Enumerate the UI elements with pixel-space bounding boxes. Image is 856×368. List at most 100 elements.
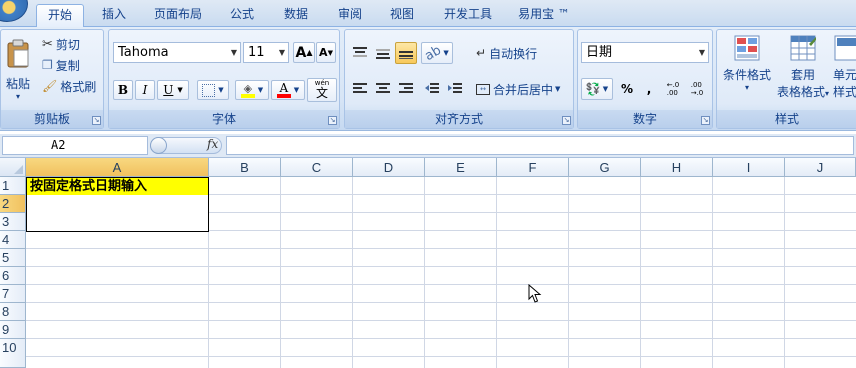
orientation-button[interactable]: ab ▼ — [421, 42, 453, 64]
chevron-down-icon: ▾ — [744, 83, 749, 92]
row-header-8[interactable]: 8 — [0, 303, 26, 321]
chevron-down-icon: ▼ — [443, 49, 449, 57]
decrease-decimal-button[interactable]: .00 →.0 — [686, 78, 708, 100]
tab-page-layout[interactable]: 页面布局 — [146, 4, 210, 27]
chevron-down-icon: ▼ — [293, 86, 300, 94]
align-top-button[interactable] — [349, 42, 371, 64]
row-header-4[interactable]: 4 — [0, 231, 26, 249]
align-bottom-button[interactable] — [395, 42, 417, 64]
tab-developer[interactable]: 开发工具 — [436, 4, 500, 27]
cell-styles-button[interactable]: 单元 样式 — [833, 34, 856, 108]
wrap-text-button[interactable]: ↵ 自动换行 — [475, 42, 571, 64]
tab-formulas[interactable]: 公式 — [222, 4, 262, 27]
font-color-button[interactable]: A ▼ — [271, 80, 305, 100]
row-header-1[interactable]: 1 — [0, 177, 26, 195]
cell-a3[interactable] — [26, 213, 209, 232]
column-header-j[interactable]: J — [785, 158, 856, 177]
cell-a2[interactable] — [26, 195, 209, 214]
format-as-table-button[interactable]: 套用 表格格式▾ — [775, 34, 831, 108]
column-header-g[interactable]: G — [569, 158, 641, 177]
select-all-button[interactable] — [0, 158, 26, 177]
copy-button[interactable]: ❐ 复制 — [41, 55, 101, 75]
format-painter-button[interactable]: 🖌 格式刷 — [41, 76, 103, 96]
name-box[interactable]: A2 — [2, 136, 148, 155]
copy-label: 复制 — [55, 58, 80, 73]
row-header-7[interactable]: 7 — [0, 285, 26, 303]
row-header-10[interactable]: 10 — [0, 339, 26, 368]
paste-button[interactable]: 粘贴 ▾ — [1, 32, 35, 108]
align-middle-button[interactable] — [372, 42, 394, 64]
tab-insert[interactable]: 插入 — [94, 4, 134, 27]
scissors-icon: ✂ — [42, 36, 53, 52]
dialog-launcher-icon[interactable]: ↘ — [562, 116, 571, 125]
column-header-h[interactable]: H — [641, 158, 713, 177]
chevron-down-icon[interactable]: ▼ — [276, 43, 288, 62]
row-header-2[interactable]: 2 — [0, 195, 26, 213]
tab-home[interactable]: 开始 — [36, 4, 84, 28]
column-header-c[interactable]: C — [281, 158, 353, 177]
accounting-format-button[interactable]: 💱 ▼ — [581, 78, 613, 100]
dialog-launcher-icon[interactable]: ↘ — [92, 116, 101, 125]
increase-decimal-button[interactable]: ←.0 .00 — [662, 78, 684, 100]
column-header-d[interactable]: D — [353, 158, 425, 177]
gridline — [280, 177, 281, 368]
gridline — [26, 266, 856, 267]
column-header-e[interactable]: E — [425, 158, 497, 177]
row-header-9[interactable]: 9 — [0, 321, 26, 339]
column-header-i[interactable]: I — [713, 158, 785, 177]
formula-input[interactable] — [226, 136, 854, 155]
phonetic-button[interactable]: wén 文 — [307, 78, 337, 102]
conditional-format-button[interactable]: 条件格式 ▾ — [719, 34, 775, 108]
cell-styles-icon — [834, 35, 856, 61]
decrease-indent-button[interactable] — [421, 78, 443, 100]
grow-font-button[interactable]: A ▲ — [293, 42, 315, 63]
paste-icon — [7, 39, 29, 68]
number-format-combo[interactable]: 日期 ▼ — [581, 42, 709, 63]
fill-color-button[interactable]: ◈ ▼ — [235, 80, 269, 100]
gridline — [26, 284, 856, 285]
cut-button[interactable]: ✂ 剪切 — [41, 34, 101, 54]
increase-indent-icon — [448, 83, 462, 93]
row-header-5[interactable]: 5 — [0, 249, 26, 267]
shrink-font-button[interactable]: A ▼ — [316, 42, 336, 63]
font-name-combo[interactable]: Tahoma ▼ — [113, 42, 241, 63]
align-bottom-icon — [399, 51, 413, 59]
cell-a1[interactable]: 按固定格式日期输入 — [26, 177, 209, 196]
dialog-launcher-icon[interactable]: ↘ — [701, 116, 710, 125]
bold-button[interactable]: B — [113, 80, 133, 100]
font-size-combo[interactable]: 11 ▼ — [243, 42, 289, 63]
office-button[interactable] — [0, 0, 28, 22]
row-header-3[interactable]: 3 — [0, 213, 26, 231]
number-group: 日期 ▼ 💱 ▼ % , ←.0 .00 .00 →.0 数字 ↘ — [577, 29, 713, 129]
chevron-down-icon: ▼ — [602, 85, 609, 93]
align-top-icon — [353, 47, 367, 57]
column-header-a[interactable]: A — [26, 158, 209, 177]
tab-data[interactable]: 数据 — [276, 4, 316, 27]
align-center-button[interactable] — [372, 78, 394, 100]
paintbrush-icon: 🖌 — [42, 79, 58, 93]
tab-easy-tools[interactable]: 易用宝 ™ — [512, 4, 576, 27]
tab-view[interactable]: 视图 — [382, 4, 422, 27]
table-format-icon — [790, 35, 816, 61]
gridline — [26, 356, 856, 357]
tab-review[interactable]: 审阅 — [330, 4, 370, 27]
column-header-f[interactable]: F — [497, 158, 569, 177]
italic-button[interactable]: I — [135, 80, 155, 100]
chevron-down-icon[interactable]: ▼ — [696, 43, 708, 62]
column-header-b[interactable]: B — [209, 158, 281, 177]
underline-button[interactable]: U ▼ — [157, 80, 189, 100]
comma-button[interactable]: , — [640, 78, 658, 100]
expand-circle-icon[interactable] — [150, 137, 167, 154]
row-header-6[interactable]: 6 — [0, 267, 26, 285]
insert-function-button[interactable]: fx — [207, 137, 218, 151]
borders-button[interactable]: ▼ — [197, 80, 229, 100]
font-size-value: 11 — [248, 45, 265, 60]
dialog-launcher-icon[interactable]: ↘ — [328, 116, 337, 125]
percent-button[interactable]: % — [616, 78, 638, 100]
align-right-button[interactable] — [395, 78, 417, 100]
increase-indent-button[interactable] — [444, 78, 466, 100]
align-left-button[interactable] — [349, 78, 371, 100]
clipboard-group-label: 剪贴板 — [1, 110, 103, 128]
chevron-down-icon[interactable]: ▼ — [228, 43, 240, 62]
merge-center-button[interactable]: ↔ 合并后居中 ▼ — [475, 78, 571, 100]
